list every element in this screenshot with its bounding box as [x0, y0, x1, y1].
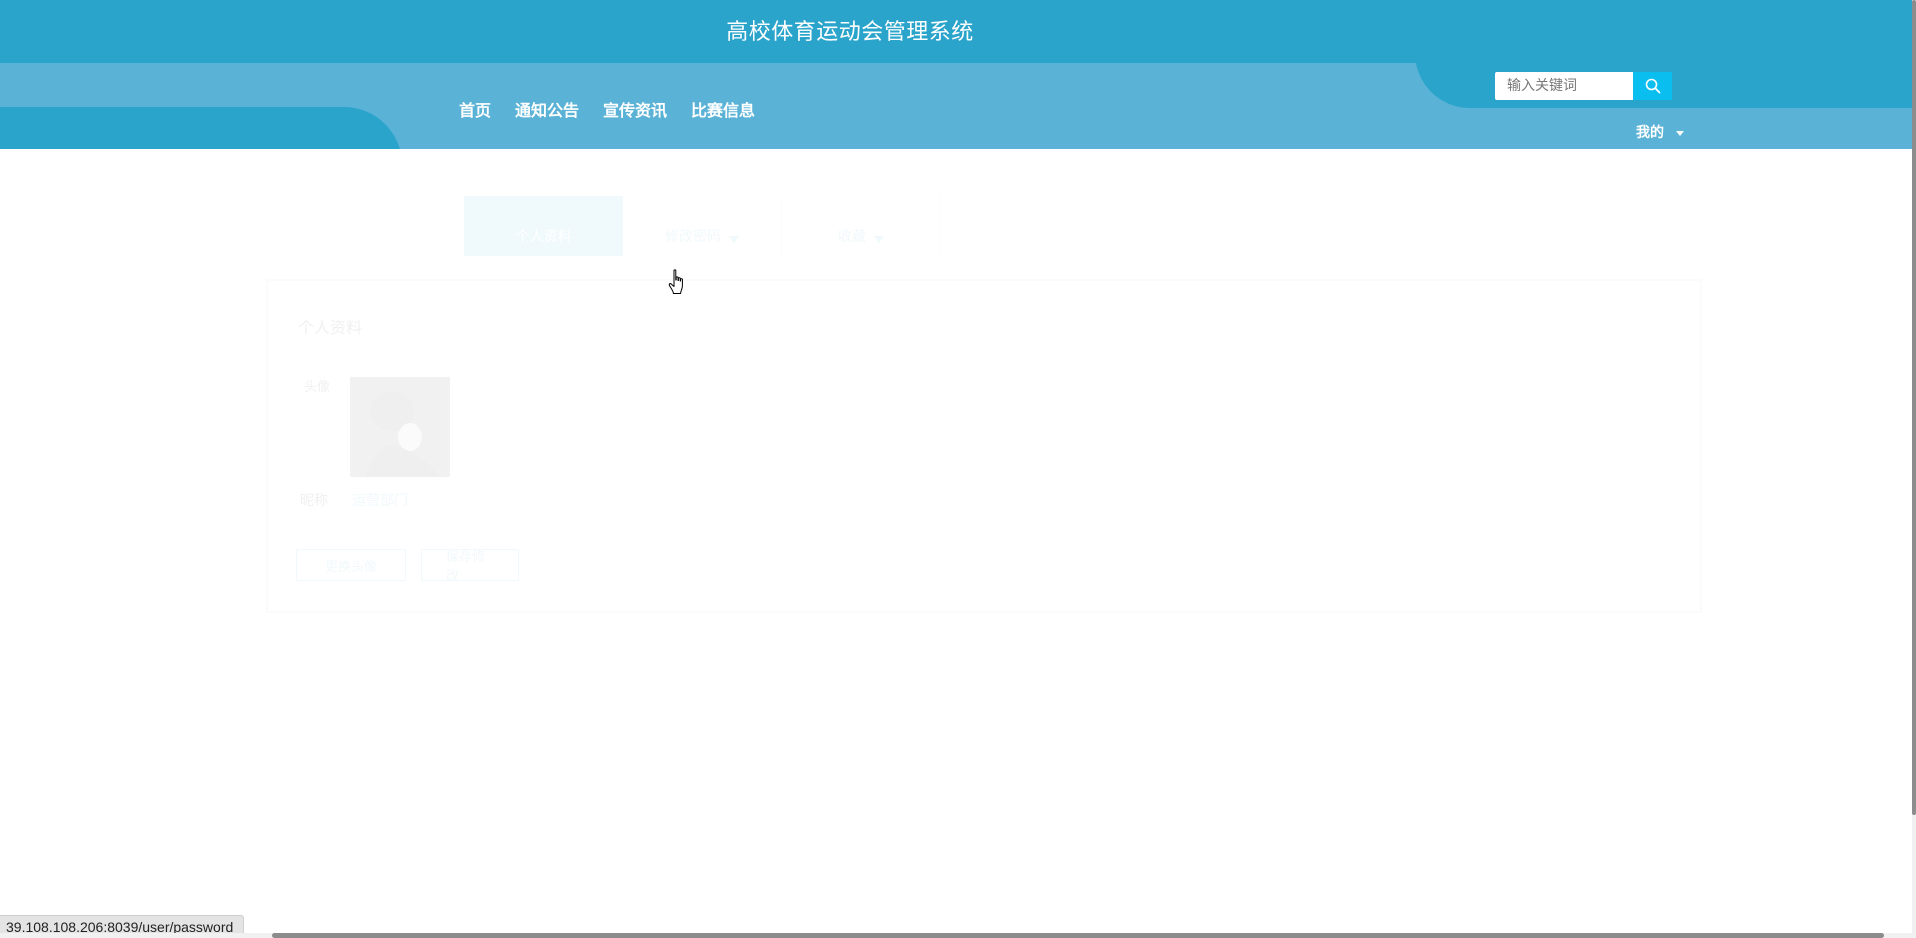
search-button[interactable]	[1633, 72, 1672, 100]
hand-pointer-cursor-icon	[668, 269, 683, 294]
tab-profile-label: 个人资料	[515, 229, 572, 245]
top-header-bar: 高校体育运动会管理系统	[0, 0, 1912, 63]
user-menu-label: 我的	[1636, 125, 1664, 141]
change-avatar-button[interactable]: 更换头像	[296, 549, 406, 581]
tab-favorites-label: 收藏	[838, 229, 866, 245]
avatar[interactable]	[350, 377, 450, 477]
tab-profile[interactable]: 个人资料	[464, 196, 623, 256]
user-menu-dropdown[interactable]: 我的	[1636, 122, 1684, 142]
horizontal-scrollbar-thumb[interactable]	[272, 933, 1884, 938]
nav-item-matches[interactable]: 比赛信息	[691, 97, 755, 121]
nav-item-home[interactable]: 首页	[459, 97, 491, 121]
search-input[interactable]	[1495, 72, 1633, 100]
main-nav: 首页 通知公告 宣传资讯 比赛信息	[459, 97, 779, 121]
search-icon	[1645, 78, 1660, 94]
nickname-label: 昵称	[300, 493, 328, 509]
tab-change-password-label: 修改密码	[665, 229, 721, 245]
avatar-image	[350, 377, 450, 477]
search-bar	[1495, 72, 1672, 100]
profile-tabs: 个人资料 修改密码 收藏	[464, 196, 941, 256]
nickname-value: 运营部门	[352, 493, 408, 509]
nav-item-news[interactable]: 宣传资讯	[603, 97, 667, 121]
tab-favorites[interactable]: 收藏	[782, 196, 941, 256]
profile-card: 个人资料 头像 昵称 运营部门 更换头像 保存修改	[266, 279, 1702, 613]
profile-card-title: 个人资料	[298, 318, 363, 337]
page: 高校体育运动会管理系统 首页 通知公告 宣传资讯 比赛信息 我的 个人资料	[0, 0, 1916, 938]
vertical-scrollbar-thumb[interactable]	[1912, 0, 1916, 815]
caret-down-icon	[1676, 130, 1684, 136]
nav-item-notices[interactable]: 通知公告	[515, 97, 579, 121]
save-changes-button[interactable]: 保存修改	[421, 549, 519, 584]
caret-down-icon	[874, 236, 884, 243]
site-title: 高校体育运动会管理系统	[726, 20, 974, 45]
tab-change-password[interactable]: 修改密码	[623, 196, 782, 256]
avatar-label: 头像	[304, 380, 331, 395]
nav-decoration-left	[0, 107, 402, 149]
caret-down-icon	[729, 236, 739, 243]
